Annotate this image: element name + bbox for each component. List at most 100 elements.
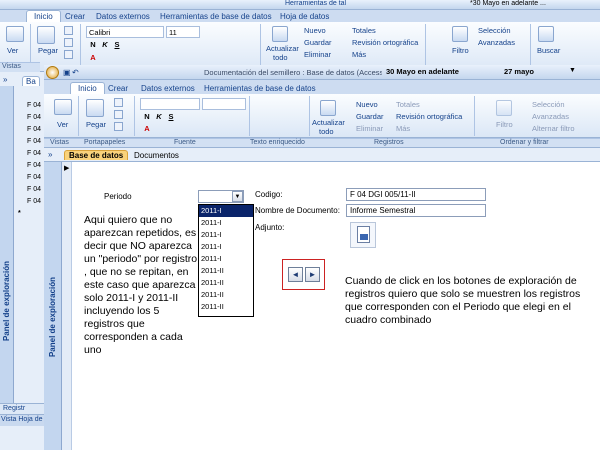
format-painter-icon[interactable] [114,122,123,131]
back-row[interactable]: F 04 [27,138,41,145]
periodo-option[interactable]: 2011-I [199,241,253,253]
codigo-label: Codigo: [255,190,283,199]
back-nav-tab[interactable]: Ba [22,76,40,86]
front-tab-inicio[interactable]: Inicio [70,82,105,94]
back-row[interactable]: F 04 [27,126,41,133]
bold-button[interactable]: N [88,40,98,50]
periodo-option[interactable]: 2011-II [199,277,253,289]
doc-tab-base-de-datos[interactable]: Base de datos [64,150,129,160]
front-title-dropdown-icon[interactable]: ▼ [569,67,576,74]
back-guardar[interactable]: Guardar [304,38,332,47]
front-guardar[interactable]: Guardar [356,112,384,121]
front-nav-label: Panel de exploración [48,277,57,358]
front-totales[interactable]: Totales [396,100,420,109]
filter-icon[interactable] [452,26,468,42]
record-selector-bar[interactable]: ▶ [62,162,72,450]
front-group-labels: Vistas Portapapeles Fuente Texto enrique… [44,138,600,148]
periodo-option[interactable]: 2011-I [199,229,253,241]
back-row[interactable]: F 04 [27,114,41,121]
back-tab-hoja-de-datos[interactable]: Hoja de datos [280,12,329,21]
office-button-icon[interactable] [46,66,59,79]
back-tab-inicio[interactable]: Inicio [26,10,61,22]
right-annotation: Cuando de click en los botones de explor… [345,275,581,326]
front-window-title: Documentación del semillero : Base de da… [204,68,382,77]
bold-button[interactable]: N [142,112,152,122]
italic-button[interactable]: K [100,40,110,50]
back-size-combo[interactable]: 11 [166,26,200,38]
front-avanzadas[interactable]: Avanzadas [532,112,569,121]
back-avanzadas[interactable]: Avanzadas [478,38,515,47]
outer-nav-pane[interactable]: Panel de exploración [0,86,14,406]
copy-icon[interactable] [64,38,73,47]
back-nuevo[interactable]: Nuevo [304,26,326,35]
back-tab-strip: Inicio Crear Datos externos Herramientas… [0,10,600,22]
back-seleccion[interactable]: Selección [478,26,511,35]
font-color-button[interactable]: A [88,53,98,63]
back-group-vistas: Vistas [2,63,21,70]
periodo-option[interactable]: 2011-I [199,253,253,265]
periodo-dropdown-arrow-icon[interactable]: ▼ [232,191,243,202]
back-eliminar[interactable]: Eliminar [304,50,331,59]
periodo-option[interactable]: 2011-II [199,265,253,277]
front-nav-toggle[interactable]: » [48,150,52,159]
back-mas[interactable]: Más [352,50,366,59]
binoculars-icon[interactable] [538,26,554,42]
back-row[interactable]: F 04 [27,198,41,205]
view-icon[interactable] [54,99,72,115]
back-tab-herramientas[interactable]: Herramientas de base de datos [160,12,272,21]
back-record-nav: Registr [0,403,46,414]
qat-save-icon[interactable]: ▣ [63,68,71,77]
periodo-option[interactable]: 2011-I [199,217,253,229]
nombre-field[interactable]: Informe Semestral [346,204,486,217]
back-font-combo[interactable]: Calibri [86,26,164,38]
back-nav-toggle[interactable]: » [3,75,7,84]
cut-icon[interactable] [64,26,73,35]
cut-icon[interactable] [114,98,123,107]
back-statusbar: Vista Hoja de [0,414,46,426]
front-size-combo[interactable] [202,98,246,110]
front-tab-datos-externos[interactable]: Datos externos [141,84,195,93]
italic-button[interactable]: K [154,112,164,122]
back-row[interactable]: F 04 [27,102,41,109]
front-tab-strip: Inicio Crear Datos externos Herramientas… [44,80,600,94]
front-tab-herramientas[interactable]: Herramientas de base de datos [204,84,316,93]
back-row[interactable]: F 04 [27,150,41,157]
back-revision[interactable]: Revisión ortográfica [352,38,418,47]
front-revision[interactable]: Revisión ortográfica [396,112,462,121]
paste-icon[interactable] [86,99,104,117]
attachment-control[interactable] [350,222,376,248]
back-totales[interactable]: Totales [352,26,376,35]
next-record-button[interactable]: ► [305,267,320,282]
qat-undo-icon[interactable]: ↶ [72,68,79,77]
previous-record-button[interactable]: ◄ [288,267,303,282]
back-row[interactable]: F 04 [27,186,41,193]
back-tab-crear[interactable]: Crear [65,12,85,21]
front-seleccion[interactable]: Selección [532,100,565,109]
front-font-combo[interactable] [140,98,200,110]
codigo-field[interactable]: F 04 DGI 005/11-II [346,188,486,201]
back-row[interactable]: F 04 [27,162,41,169]
periodo-option[interactable]: 2011-I [199,205,253,217]
front-alternar[interactable]: Alternar filtro [532,124,575,133]
format-painter-icon[interactable] [64,50,73,59]
underline-button[interactable]: S [166,112,176,122]
front-eliminar[interactable]: Eliminar [356,124,383,133]
paste-icon[interactable] [37,26,55,44]
back-row[interactable]: F 04 [27,174,41,181]
periodo-option[interactable]: 2011-II [199,301,253,313]
filter-icon[interactable] [496,100,512,116]
back-tab-datos-externos[interactable]: Datos externos [96,12,150,21]
doc-tab-documentos[interactable]: Documentos [130,151,183,160]
periodo-option[interactable]: 2011-II [199,289,253,301]
refresh-icon[interactable] [272,26,288,42]
front-nuevo[interactable]: Nuevo [356,100,378,109]
group-separator [474,96,475,136]
underline-button[interactable]: S [112,40,122,50]
front-nav-pane[interactable]: Panel de exploración [44,162,62,450]
copy-icon[interactable] [114,110,123,119]
view-icon[interactable] [6,26,24,42]
front-tab-crear[interactable]: Crear [108,84,128,93]
font-color-button[interactable]: A [142,124,152,134]
refresh-icon[interactable] [320,100,336,116]
front-mas[interactable]: Más [396,124,410,133]
